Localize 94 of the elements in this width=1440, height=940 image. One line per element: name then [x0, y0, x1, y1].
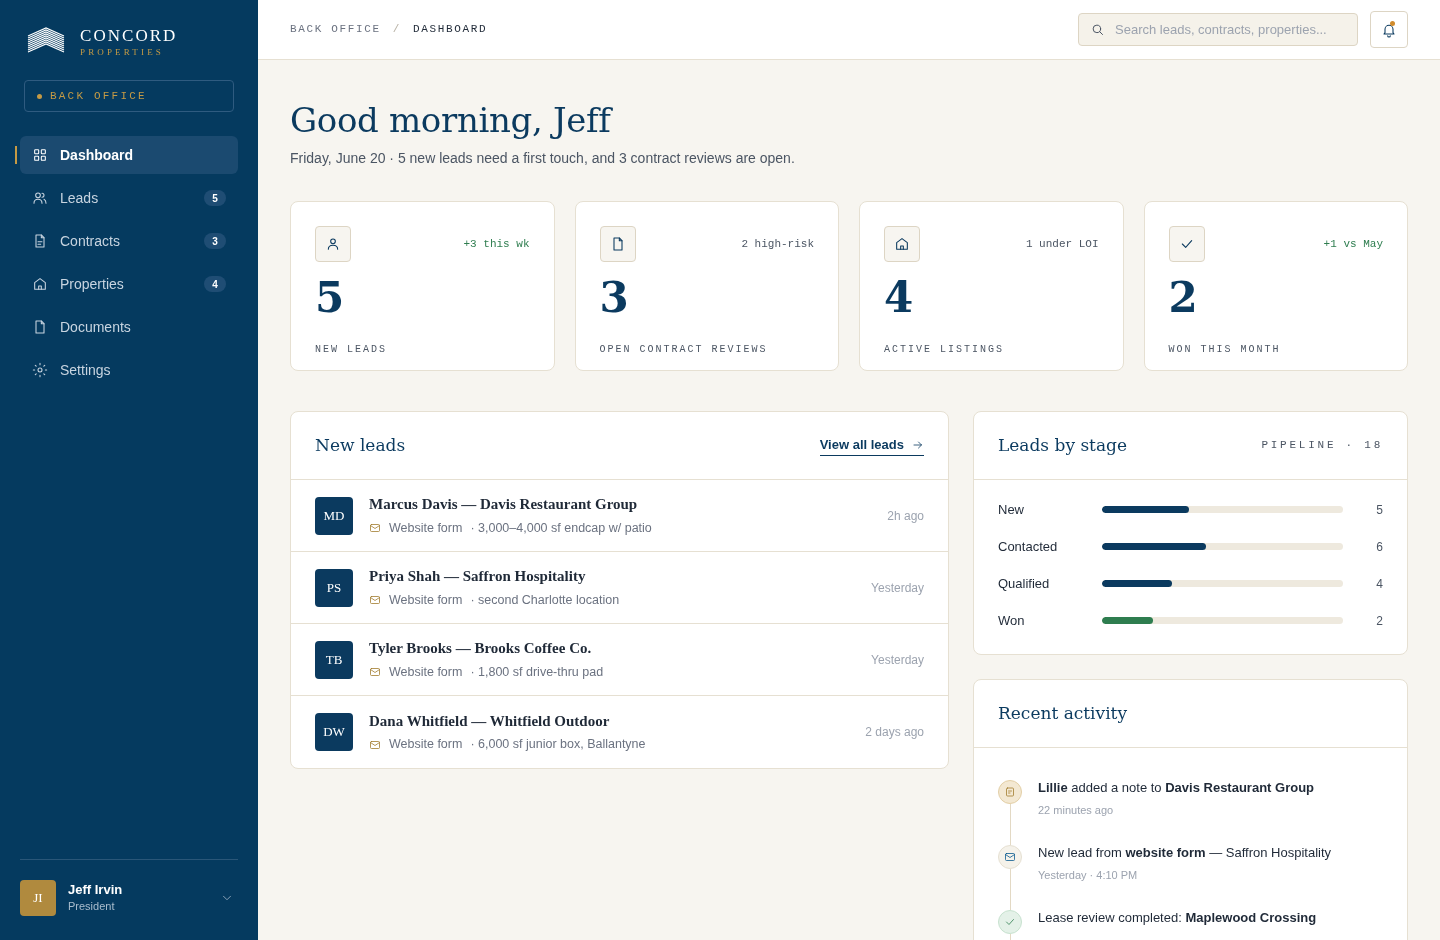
stat-label: NEW LEADS — [315, 343, 388, 357]
lead-time: 2 days ago — [865, 724, 924, 741]
lead-source: Website form — [389, 591, 463, 609]
breadcrumb-link[interactable]: BACK OFFICE — [290, 21, 381, 38]
stage-count: 6 — [1375, 538, 1383, 556]
activity-time: 22 minutes ago — [1038, 803, 1115, 818]
user-avatar: JI — [20, 880, 56, 916]
page-icon — [32, 319, 48, 335]
lead-title: Marcus Davis — Davis Restaurant Group — [369, 495, 639, 515]
brand-tagline: PROPERTIES — [80, 46, 165, 58]
lead-avatar: MD — [315, 496, 353, 535]
stage-count: 5 — [1375, 501, 1383, 519]
users-icon — [32, 190, 48, 206]
activity-text: Lease review completed: Maplewood Crossing — [1038, 910, 1317, 926]
pipeline-total: PIPELINE · 18 — [1261, 438, 1383, 454]
notifications-button[interactable] — [1370, 11, 1408, 48]
stat-note: +1 vs May — [1323, 236, 1383, 252]
lead-source: Website form — [389, 663, 463, 681]
lead-detail: · 6,000 sf junior box, Ballantyne — [470, 736, 646, 754]
search-field[interactable]: Search leads, contracts, properties... — [1078, 13, 1358, 46]
check-icon — [1004, 916, 1016, 928]
house-icon — [894, 236, 910, 252]
brand-name: CONCORD — [80, 26, 178, 46]
lead-row[interactable]: MD Marcus Davis — Davis Restaurant Group Website form · 3,000–4,000 sf endcap w/ patio 2h ago — [291, 480, 948, 552]
summary-text: Friday, June 20 · 5 new leads need a first touch, and 3 contract reviews are open. — [290, 149, 796, 168]
document-icon — [32, 233, 48, 249]
nav-item[interactable]: Properties 4 — [20, 265, 238, 303]
lead-avatar: TB — [315, 640, 353, 679]
stat-value: 5 — [315, 274, 346, 322]
nav-item[interactable]: Settings — [20, 351, 238, 389]
stat-value: 4 — [884, 274, 915, 322]
lead-avatar: PS — [315, 568, 353, 607]
card-title: Leads by stage — [998, 433, 1128, 457]
lead-row[interactable]: TB Tyler Brooks — Brooks Coffee Co. Website form · 1,800 sf drive-thru pad Yesterday — [291, 624, 948, 696]
lead-time: 2h ago — [887, 507, 924, 525]
count-badge: 5 — [204, 190, 226, 206]
arrow-right-icon — [912, 438, 924, 451]
lead-detail: · second Charlotte location — [470, 591, 620, 609]
lead-row[interactable]: DW Dana Whitfield — Whitfield Outdoor Website form · 6,000 sf junior box, Ballantyne 2 days ago — [291, 696, 948, 768]
count-badge: 4 — [204, 276, 226, 292]
lead-time: Yesterday — [871, 651, 924, 669]
lead-detail: · 1,800 sf drive-thru pad — [470, 663, 604, 681]
stat-note: 2 high-risk — [741, 236, 814, 252]
stat-note: +3 this wk — [463, 236, 530, 252]
activity-time: Yesterday · 4:10 PM — [1038, 868, 1139, 883]
lead-source: Website form — [389, 519, 463, 537]
envelope-icon — [369, 594, 381, 607]
card-title: New leads — [315, 433, 406, 457]
card-title: Recent activity — [998, 701, 1128, 725]
activity-text: New lead from website form — Saffron Hospitality — [1038, 845, 1332, 861]
breadcrumb-separator: / — [392, 22, 402, 38]
settings-icon — [32, 362, 48, 378]
stage-count: 2 — [1375, 612, 1383, 630]
lead-time: Yesterday — [871, 579, 924, 597]
lead-title: Tyler Brooks — Brooks Coffee Co. — [369, 639, 593, 659]
nav-item[interactable]: Leads 5 — [20, 179, 238, 217]
user-name: Jeff Irvin — [68, 882, 124, 898]
envelope-icon — [369, 522, 381, 535]
stat-value: 2 — [1168, 274, 1199, 322]
page-title: Good morning, Jeff — [290, 100, 614, 140]
stat-value: 3 — [599, 274, 630, 322]
nav-item[interactable]: Contracts 3 — [20, 222, 238, 260]
stat-label: ACTIVE LISTINGS — [884, 343, 1005, 357]
count-badge: 3 — [204, 233, 226, 249]
search-icon — [1090, 22, 1105, 37]
house-icon — [32, 276, 48, 292]
grid-icon — [32, 147, 48, 163]
lead-title: Priya Shah — Saffron Hospitality — [369, 567, 587, 587]
lead-avatar: DW — [315, 713, 353, 751]
stat-label: WON THIS MONTH — [1168, 343, 1282, 357]
stat-label: OPEN CONTRACT REVIEWS — [599, 343, 769, 357]
activity-text: Lillie added a note to Davis Restaurant Group — [1038, 780, 1315, 796]
lead-source: Website form — [389, 736, 463, 754]
envelope-icon — [1004, 851, 1016, 863]
person-icon — [325, 236, 341, 252]
stat-note: 1 under LOI — [1025, 236, 1099, 252]
lead-title: Dana Whitfield — Whitfield Outdoor — [369, 711, 611, 731]
envelope-icon — [369, 738, 381, 751]
stage-label: Qualified — [998, 574, 1051, 593]
view-all-link[interactable]: View all leads — [819, 434, 924, 457]
active-indicator — [15, 146, 17, 164]
nav-item[interactable]: Documents — [20, 308, 238, 346]
user-role: President — [68, 899, 116, 914]
workspace-badge: BACK OFFICE — [24, 80, 234, 112]
note-icon — [1004, 786, 1016, 798]
stage-label: New — [998, 500, 1025, 519]
stage-label: Contacted — [998, 537, 1059, 556]
lead-row[interactable]: PS Priya Shah — Saffron Hospitality Website form · second Charlotte location Yesterday — [291, 552, 948, 624]
stage-label: Won — [998, 611, 1026, 630]
envelope-icon — [369, 666, 381, 679]
lead-detail: · 3,000–4,000 sf endcap w/ patio — [470, 519, 652, 537]
breadcrumb-current: DASHBOARD — [413, 22, 488, 38]
nav-item[interactable]: Dashboard — [20, 136, 238, 174]
stage-count: 4 — [1375, 575, 1383, 593]
